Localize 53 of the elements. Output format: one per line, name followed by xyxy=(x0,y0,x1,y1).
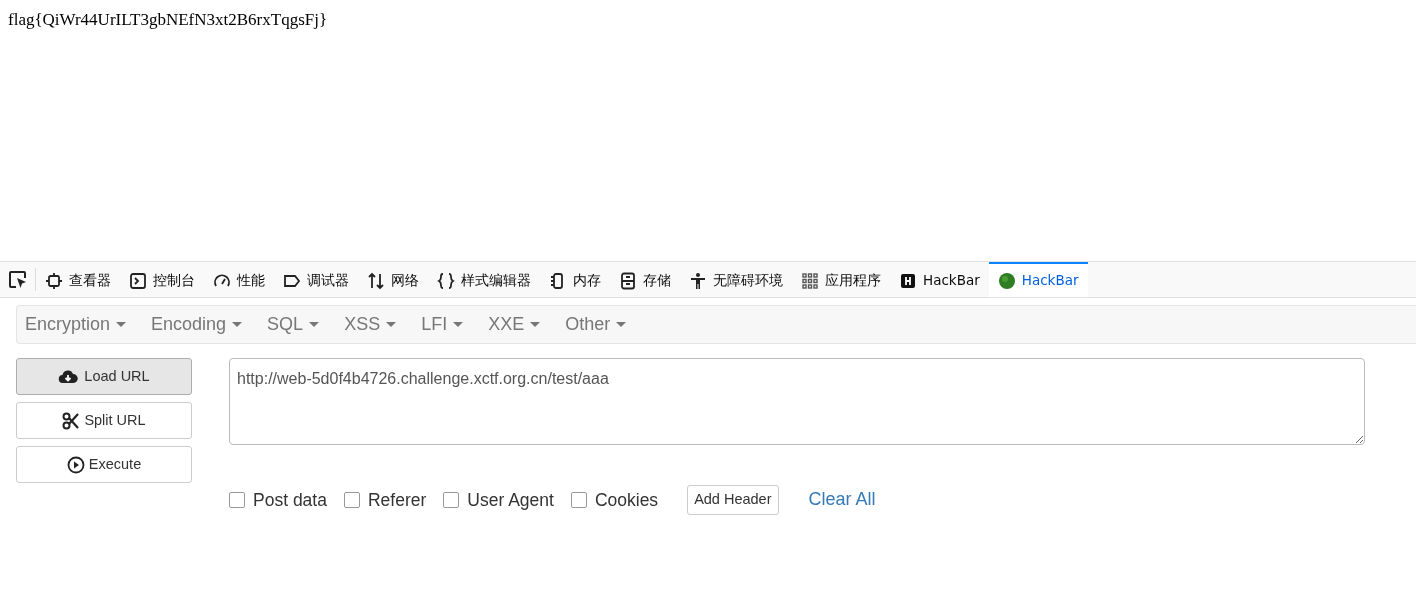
play-circle-icon xyxy=(66,455,85,474)
devtools-tab[interactable]: 查看器 xyxy=(36,262,120,297)
devtools-tab[interactable]: 内存 xyxy=(540,262,610,297)
caret-icon xyxy=(386,322,397,327)
braces-icon xyxy=(437,271,455,290)
ball-icon xyxy=(997,271,1016,290)
checkbox-label: Cookies xyxy=(594,488,659,512)
caret-icon xyxy=(530,322,541,327)
flag-text: flag{QiWr44UrILT3gbNEfN3xt2B6rxTqgsFj} xyxy=(7,9,329,31)
checkbox[interactable] xyxy=(343,491,360,508)
devtools-tab[interactable]: 无障碍环境 xyxy=(680,262,792,297)
devtools-tab[interactable]: 调试器 xyxy=(274,262,358,297)
menu-dropdown[interactable]: XXE xyxy=(488,311,553,338)
devtools-tab[interactable]: 控制台 xyxy=(120,262,204,297)
checkbox[interactable] xyxy=(229,491,245,508)
devtools-tab[interactable]: 样式编辑器 xyxy=(428,262,540,297)
devtools-tab[interactable]: 网络 xyxy=(358,262,428,297)
menu-dropdown[interactable]: Encoding xyxy=(151,311,255,338)
menu-dropdown[interactable]: Encryption xyxy=(25,311,139,338)
devtools-tab[interactable]: 存储 xyxy=(610,262,680,297)
checkbox-label: Referer xyxy=(367,488,427,512)
arrows-icon xyxy=(367,271,385,290)
caret-icon xyxy=(453,322,464,327)
devtools-tab[interactable]: 应用程序 xyxy=(792,262,890,297)
checkbox[interactable] xyxy=(570,491,587,508)
caret-icon xyxy=(116,322,127,327)
menu-dropdown[interactable]: SQL xyxy=(267,311,332,338)
action-button[interactable]: Split URL xyxy=(16,402,192,439)
person-icon xyxy=(689,271,707,290)
box-icon xyxy=(45,271,63,290)
caret-icon xyxy=(309,322,320,327)
devtools-tab[interactable]: 性能 xyxy=(204,262,274,297)
terminal-icon xyxy=(129,271,147,290)
action-button[interactable]: Load URL xyxy=(16,358,192,395)
cabinet-icon xyxy=(619,271,637,290)
checkbox-label: User Agent xyxy=(467,488,554,512)
checkbox[interactable] xyxy=(443,491,460,508)
caret-icon xyxy=(616,322,627,327)
scissors-icon xyxy=(62,411,81,430)
menu-dropdown[interactable]: LFI xyxy=(421,311,476,338)
action-button[interactable]: Execute xyxy=(16,446,192,483)
checkbox-label: Post data xyxy=(253,488,327,512)
devtools-tab[interactable]: HackBar xyxy=(890,262,989,297)
caret-icon xyxy=(232,322,243,327)
devtools-tab[interactable]: HackBar xyxy=(988,262,1088,297)
clear-all-link[interactable]: Clear All xyxy=(808,486,876,514)
menu-dropdown[interactable]: Other xyxy=(565,311,639,338)
grid-icon xyxy=(801,271,819,290)
menu-dropdown[interactable]: XSS xyxy=(344,311,409,338)
url-field[interactable]: http://web-5d0f4b4726.challenge.xctf.org.cn/test/aaa xyxy=(229,358,1365,445)
add-header-button[interactable]: Add Header xyxy=(687,485,779,515)
square-h-icon xyxy=(899,271,917,290)
element-picker-icon[interactable] xyxy=(7,269,28,290)
